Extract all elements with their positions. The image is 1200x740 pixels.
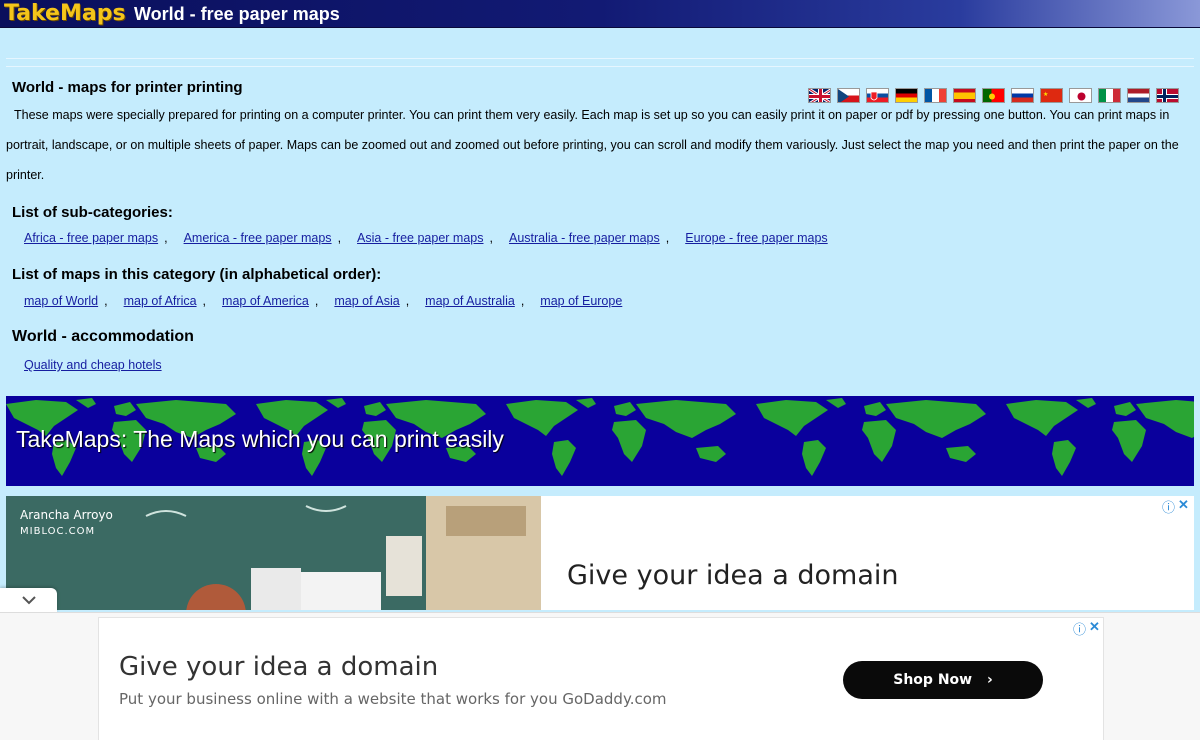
subcategories-title: List of sub-categories: bbox=[12, 204, 173, 221]
subcategory-link-asia[interactable]: Asia - free paper maps bbox=[357, 231, 483, 245]
maps-list-title: List of maps in this category (in alphab… bbox=[12, 266, 382, 283]
divider bbox=[6, 66, 1194, 67]
bottom-advertisement[interactable]: Give your idea a domain Put your busines… bbox=[98, 617, 1104, 740]
ad-subtext: Put your business online with a website … bbox=[119, 690, 667, 708]
ad-info-icon[interactable]: ⓘ bbox=[1162, 497, 1175, 516]
accommodation-links: Quality and cheap hotels bbox=[24, 358, 162, 372]
ad-close-icon[interactable]: ✕ bbox=[1178, 497, 1189, 513]
map-link-africa[interactable]: map of Africa bbox=[124, 294, 197, 308]
chevron-down-icon bbox=[21, 596, 36, 605]
map-link-asia[interactable]: map of Asia bbox=[334, 294, 399, 308]
banner-text: TakeMaps: The Maps which you can print e… bbox=[16, 426, 504, 452]
ad-photo: Arancha Arroyo MIBLOC.COM bbox=[6, 496, 541, 610]
subcategory-link-australia[interactable]: Australia - free paper maps bbox=[509, 231, 660, 245]
map-link-america[interactable]: map of America bbox=[222, 294, 309, 308]
subcategory-link-africa[interactable]: Africa - free paper maps bbox=[24, 231, 158, 245]
ad-headline[interactable]: Give your idea a domain bbox=[567, 560, 899, 591]
map-link-europe[interactable]: map of Europe bbox=[540, 294, 622, 308]
map-link-world[interactable]: map of World bbox=[24, 294, 98, 308]
collapse-ad-button[interactable] bbox=[0, 588, 57, 612]
shop-now-label: Shop Now bbox=[893, 672, 973, 688]
subcategory-link-america[interactable]: America - free paper maps bbox=[184, 231, 332, 245]
ad-headline[interactable]: Give your idea a domain bbox=[119, 652, 438, 682]
page-title: World - free paper maps bbox=[134, 4, 340, 24]
divider bbox=[6, 58, 1194, 59]
top-advertisement[interactable]: Arancha Arroyo MIBLOC.COM Give your idea… bbox=[6, 496, 1194, 610]
shop-now-button[interactable]: Shop Now › bbox=[843, 661, 1043, 699]
photo-credit-name: Arancha Arroyo bbox=[20, 508, 113, 522]
ad-info-icon[interactable]: ⓘ bbox=[1073, 619, 1086, 638]
world-map-banner[interactable]: TakeMaps: The Maps which you can print e… bbox=[6, 396, 1194, 486]
accommodation-title: World - accommodation bbox=[12, 328, 194, 345]
map-link-australia[interactable]: map of Australia bbox=[425, 294, 515, 308]
anchor-ad-container: Give your idea a domain Put your busines… bbox=[0, 612, 1200, 740]
site-logo[interactable]: TakeMaps bbox=[4, 1, 126, 26]
subcategory-links: Africa - free paper maps, America - free… bbox=[24, 231, 828, 245]
intro-text: These maps were specially prepared for p… bbox=[6, 108, 1179, 182]
svg-text:★: ★ bbox=[1043, 91, 1048, 98]
site-header: TakeMaps World - free paper maps bbox=[0, 0, 1200, 28]
chevron-right-icon: › bbox=[986, 672, 993, 688]
photo-credit-site: MIBLOC.COM bbox=[20, 526, 96, 537]
intro-title: World - maps for printer printing bbox=[12, 79, 243, 96]
map-links: map of World, map of Africa, map of Amer… bbox=[24, 294, 623, 308]
hotels-link[interactable]: Quality and cheap hotels bbox=[24, 358, 162, 372]
ad-close-icon[interactable]: ✕ bbox=[1089, 619, 1100, 635]
subcategory-link-europe[interactable]: Europe - free paper maps bbox=[685, 231, 827, 245]
